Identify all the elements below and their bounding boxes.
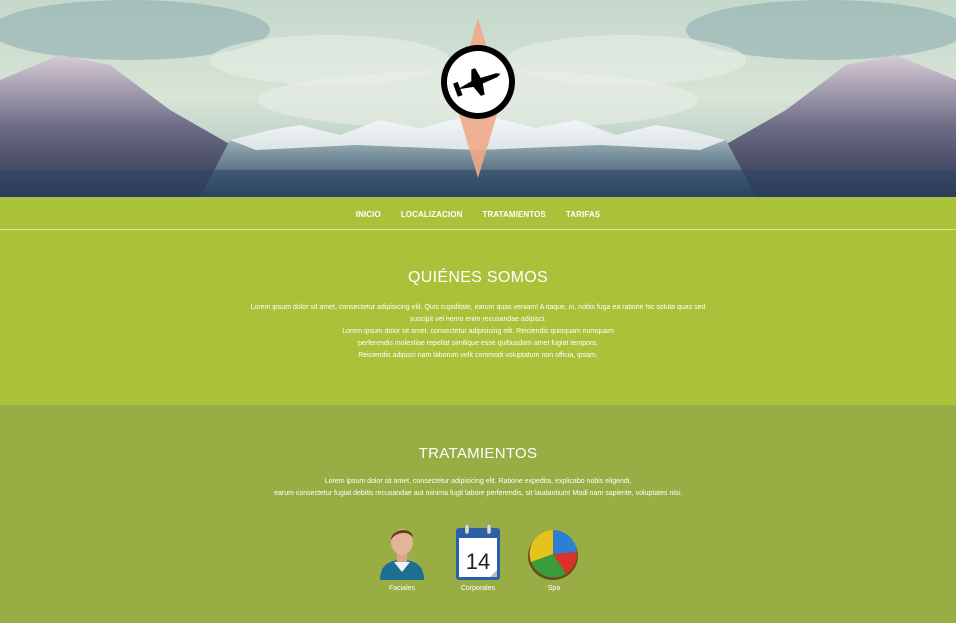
- nav-item-inicio[interactable]: INICIO: [356, 210, 381, 219]
- user-icon: [380, 529, 424, 580]
- service-label: Corporales: [460, 585, 496, 592]
- about-section: QUIÉNES SOMOS Lorem ipsum dolor sit amet…: [0, 230, 956, 405]
- main-nav: INICIO LOCALIZACION TRATAMIENTOS TARIFAS: [0, 197, 956, 230]
- service-label: Spa: [547, 585, 561, 592]
- about-title: QUIÉNES SOMOS: [408, 269, 548, 286]
- nav-item-localizacion[interactable]: LOCALIZACION: [401, 210, 463, 219]
- hero-banner: [0, 0, 956, 197]
- nav-item-tratamientos[interactable]: TRATAMIENTOS: [482, 210, 545, 219]
- treatments-line: Lorem ipsum dolor sit amet, consectetur …: [324, 478, 632, 485]
- calendar-day: 14: [466, 549, 490, 574]
- about-line: Lorem ipsum dolor sit amet, consectetur …: [250, 304, 706, 311]
- about-line: Reiciendis adipisci nam laborum velit co…: [358, 352, 598, 359]
- about-line: Lorem ipsum dolor sit amet, consectetur …: [342, 328, 614, 335]
- about-line: perferendis molestiae repellat similique…: [357, 340, 599, 347]
- service-faciales[interactable]: Faciales: [372, 522, 432, 592]
- treatments-line: earum consectetur fugiat debitis recusan…: [274, 490, 682, 497]
- treatments-section: TRATAMIENTOS Lorem ipsum dolor sit amet,…: [0, 405, 956, 623]
- service-corporales[interactable]: 14 Corporales: [448, 522, 508, 592]
- about-text: Lorem ipsum dolor sit amet, consectetur …: [208, 302, 748, 362]
- service-spa[interactable]: Spa: [524, 522, 584, 592]
- about-line: suscipit vel nemo enim recusandae adipis…: [409, 316, 547, 323]
- pie-chart-icon: [528, 529, 578, 580]
- services-list: Faciales 14 Corporales Spa: [0, 522, 956, 592]
- calendar-icon: 14: [456, 523, 500, 580]
- treatments-text: Lorem ipsum dolor sit amet, consectetur …: [218, 476, 738, 500]
- treatments-title: TRATAMIENTOS: [418, 445, 538, 462]
- service-label: Faciales: [388, 585, 416, 592]
- nav-item-tarifas[interactable]: TARIFAS: [566, 210, 600, 219]
- logo[interactable]: [438, 18, 518, 178]
